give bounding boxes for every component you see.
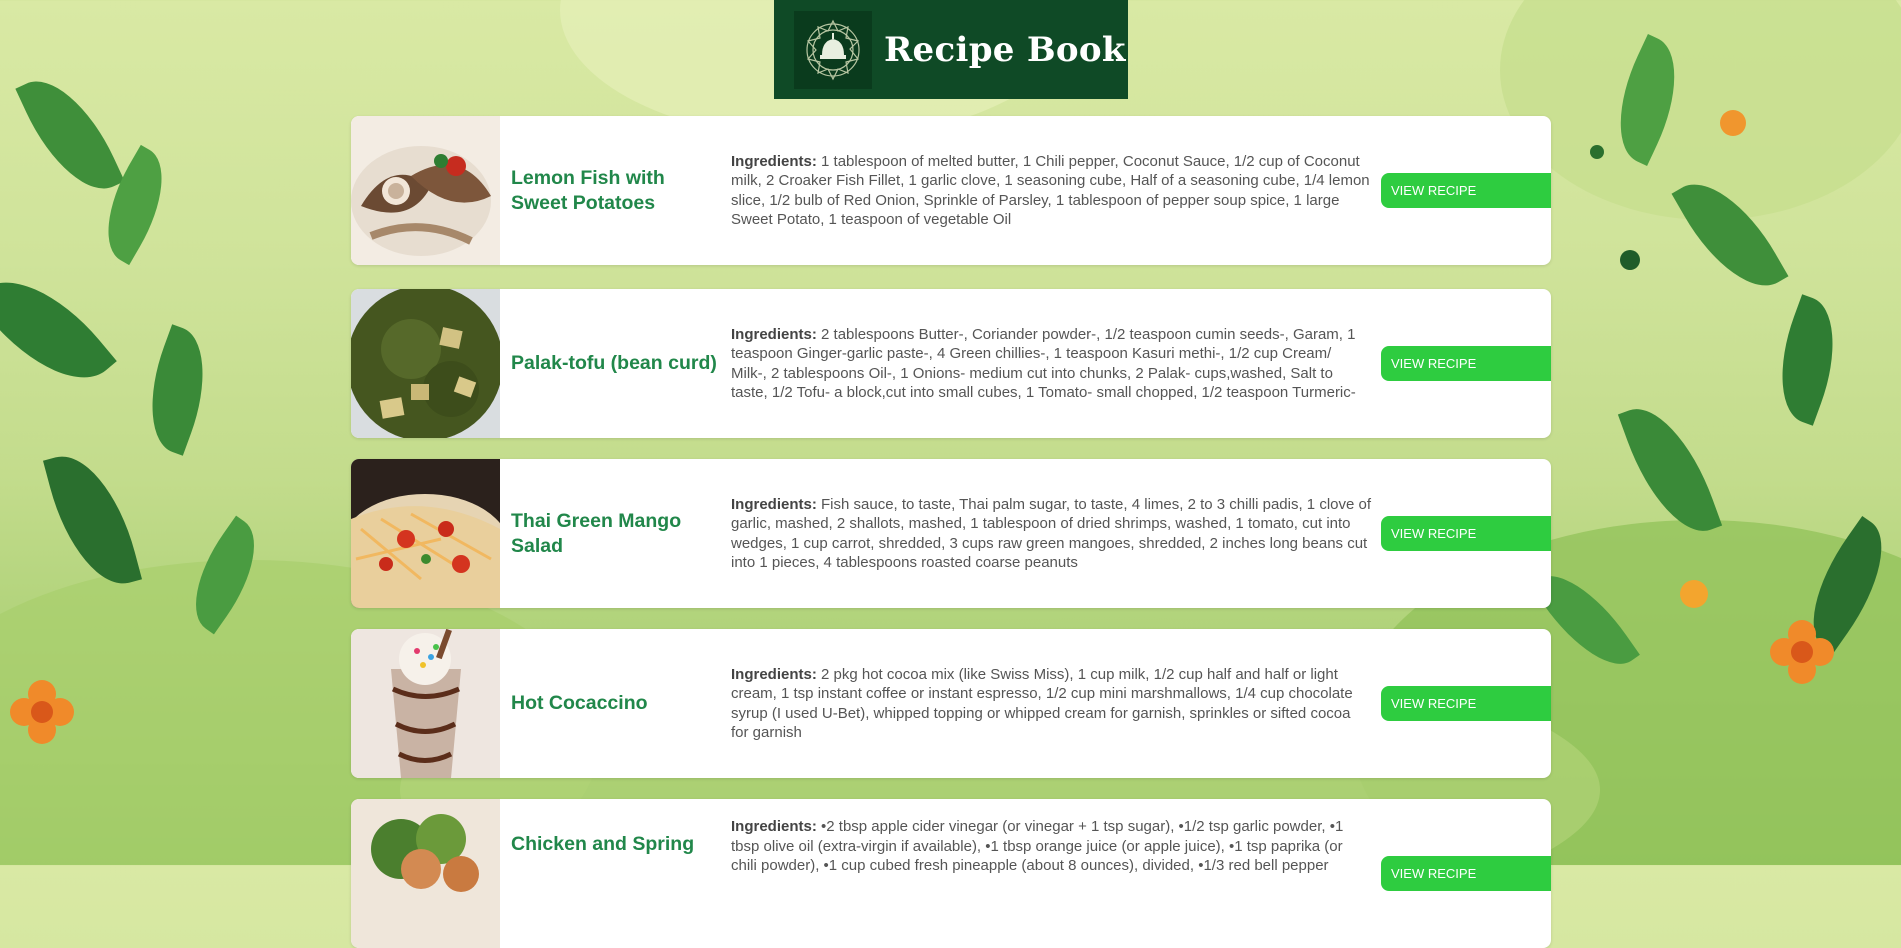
view-recipe-button[interactable]: VIEW RECIPE: [1381, 173, 1551, 208]
view-recipe-button[interactable]: VIEW RECIPE: [1381, 856, 1551, 891]
recipe-ingredients: Ingredients: Fish sauce, to taste, Thai …: [731, 459, 1371, 608]
recipe-ingredients: Ingredients: 1 tablespoon of melted butt…: [731, 116, 1371, 265]
ingredients-label: Ingredients:: [731, 152, 817, 170]
ingredients-text: 2 pkg hot cocoa mix (like Swiss Miss), 1…: [731, 665, 1353, 742]
ingredients-text: Fish sauce, to taste, Thai palm sugar, t…: [731, 495, 1372, 572]
recipe-ingredients: Ingredients: 2 pkg hot cocoa mix (like S…: [731, 629, 1371, 778]
ingredients-label: Ingredients:: [731, 665, 817, 683]
recipe-card: Palak-tofu (bean curd) Ingredients: 2 ta…: [351, 289, 1551, 438]
recipe-card: Hot Cocaccino Ingredients: 2 pkg hot coc…: [351, 629, 1551, 778]
ingredients-label: Ingredients:: [731, 495, 817, 513]
ingredients-label: Ingredients:: [731, 325, 817, 343]
recipe-ingredients: Ingredients: •2 tbsp apple cider vinegar…: [731, 799, 1371, 948]
recipe-ingredients: Ingredients: 2 tablespoons Butter-, Cori…: [731, 289, 1371, 438]
recipe-name: Chicken and Spring: [511, 833, 695, 855]
recipe-image: [351, 629, 500, 778]
ingredients-text: 2 tablespoons Butter-, Coriander powder-…: [731, 325, 1356, 402]
ingredients-label: Ingredients:: [731, 818, 817, 835]
view-recipe-button[interactable]: VIEW RECIPE: [1381, 686, 1551, 721]
ingredients-text: •2 tbsp apple cider vinegar (or vinegar …: [731, 818, 1344, 874]
recipe-card: Chicken and Spring Ingredients: •2 tbsp …: [351, 799, 1551, 948]
recipe-name: Hot Cocaccino: [511, 692, 648, 714]
recipe-name: Thai Green Mango Salad: [511, 509, 682, 557]
recipe-image: [351, 799, 500, 948]
recipe-card: Lemon Fish with Sweet Potatoes Ingredien…: [351, 116, 1551, 265]
page-title: Recipe Book: [884, 29, 1126, 70]
recipe-image: [351, 289, 500, 438]
ingredients-text: 1 tablespoon of melted butter, 1 Chili p…: [731, 152, 1370, 229]
recipe-name: Palak-tofu (bean curd): [511, 352, 717, 374]
recipe-card: Thai Green Mango Salad Ingredients: Fish…: [351, 459, 1551, 608]
view-recipe-button[interactable]: VIEW RECIPE: [1381, 516, 1551, 551]
app-header: Recipe Book: [774, 0, 1128, 99]
recipe-name: Lemon Fish with Sweet Potatoes: [511, 166, 665, 214]
recipe-image: [351, 116, 500, 265]
recipe-image: [351, 459, 500, 608]
mosque-dome-logo: [794, 10, 872, 89]
view-recipe-button[interactable]: VIEW RECIPE: [1381, 346, 1551, 381]
